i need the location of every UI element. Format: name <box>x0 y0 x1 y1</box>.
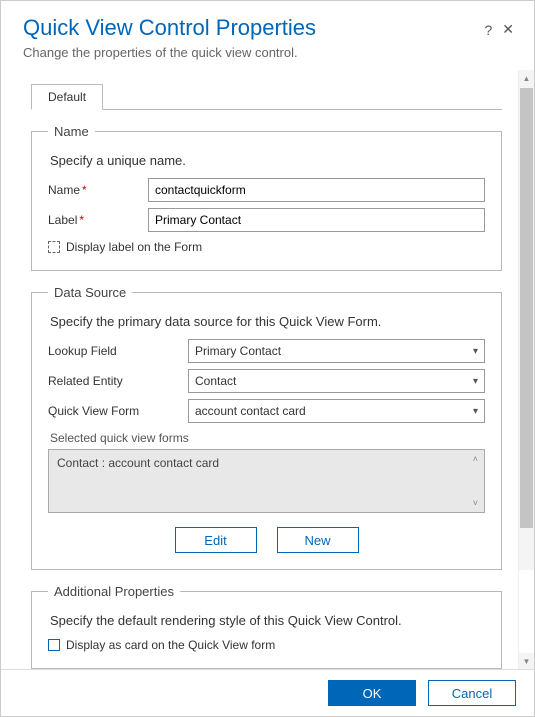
checkbox-icon <box>48 241 60 253</box>
cancel-button[interactable]: Cancel <box>428 680 516 706</box>
chevron-down-icon: ▾ <box>473 406 478 417</box>
dialog-title: Quick View Control Properties <box>23 15 316 41</box>
quick-view-form-select[interactable]: account contact card ▾ <box>188 399 485 423</box>
selected-forms-list[interactable]: Contact : account contact card ˄ ˅ <box>48 449 485 513</box>
display-label-checkbox[interactable]: Display label on the Form <box>48 240 485 254</box>
additional-desc: Specify the default rendering style of t… <box>50 613 485 628</box>
edit-button[interactable]: Edit <box>175 527 257 553</box>
related-entity-label: Related Entity <box>48 374 188 388</box>
dialog-content: Default Name Specify a unique name. Name… <box>1 70 518 669</box>
label-label: Label* <box>48 213 148 227</box>
lookup-field-select[interactable]: Primary Contact ▾ <box>188 339 485 363</box>
tab-default[interactable]: Default <box>31 84 103 110</box>
additional-properties-section: Additional Properties Specify the defaul… <box>31 584 502 669</box>
data-source-legend: Data Source <box>48 285 132 300</box>
help-icon[interactable]: ? <box>484 22 492 38</box>
display-as-card-checkbox[interactable]: Display as card on the Quick View form <box>48 638 485 652</box>
scrollbar[interactable]: ▲ ▼ <box>518 70 534 669</box>
dialog-window: Quick View Control Properties ? ✕ Change… <box>0 0 535 717</box>
dialog-subtitle: Change the properties of the quick view … <box>23 45 514 60</box>
display-as-card-text: Display as card on the Quick View form <box>66 638 275 652</box>
data-source-desc: Specify the primary data source for this… <box>50 314 485 329</box>
name-legend: Name <box>48 124 95 139</box>
chevron-up-icon[interactable]: ˄ <box>473 454 478 464</box>
dialog-header: Quick View Control Properties ? ✕ Change… <box>1 1 534 70</box>
name-input[interactable] <box>148 178 485 202</box>
scroll-thumb[interactable] <box>520 88 533 528</box>
lookup-field-label: Lookup Field <box>48 344 188 358</box>
new-button[interactable]: New <box>277 527 359 553</box>
ok-button[interactable]: OK <box>328 680 416 706</box>
data-source-section: Data Source Specify the primary data sou… <box>31 285 502 570</box>
selected-forms-label: Selected quick view forms <box>50 431 485 445</box>
quick-view-form-label: Quick View Form <box>48 404 188 418</box>
display-label-text: Display label on the Form <box>66 240 202 254</box>
scroll-up-icon[interactable]: ▲ <box>519 70 534 86</box>
chevron-down-icon[interactable]: ˅ <box>473 498 478 508</box>
label-input[interactable] <box>148 208 485 232</box>
close-icon[interactable]: ✕ <box>502 21 514 38</box>
chevron-down-icon: ▾ <box>473 376 478 387</box>
name-section: Name Specify a unique name. Name* Label* <box>31 124 502 271</box>
chevron-down-icon: ▾ <box>473 346 478 357</box>
additional-legend: Additional Properties <box>48 584 180 599</box>
selected-form-item: Contact : account contact card <box>57 456 219 470</box>
checkbox-icon <box>48 639 60 651</box>
scroll-down-icon[interactable]: ▼ <box>519 653 534 669</box>
name-label: Name* <box>48 183 148 197</box>
name-desc: Specify a unique name. <box>50 153 485 168</box>
dialog-footer: OK Cancel <box>1 669 534 716</box>
related-entity-select[interactable]: Contact ▾ <box>188 369 485 393</box>
